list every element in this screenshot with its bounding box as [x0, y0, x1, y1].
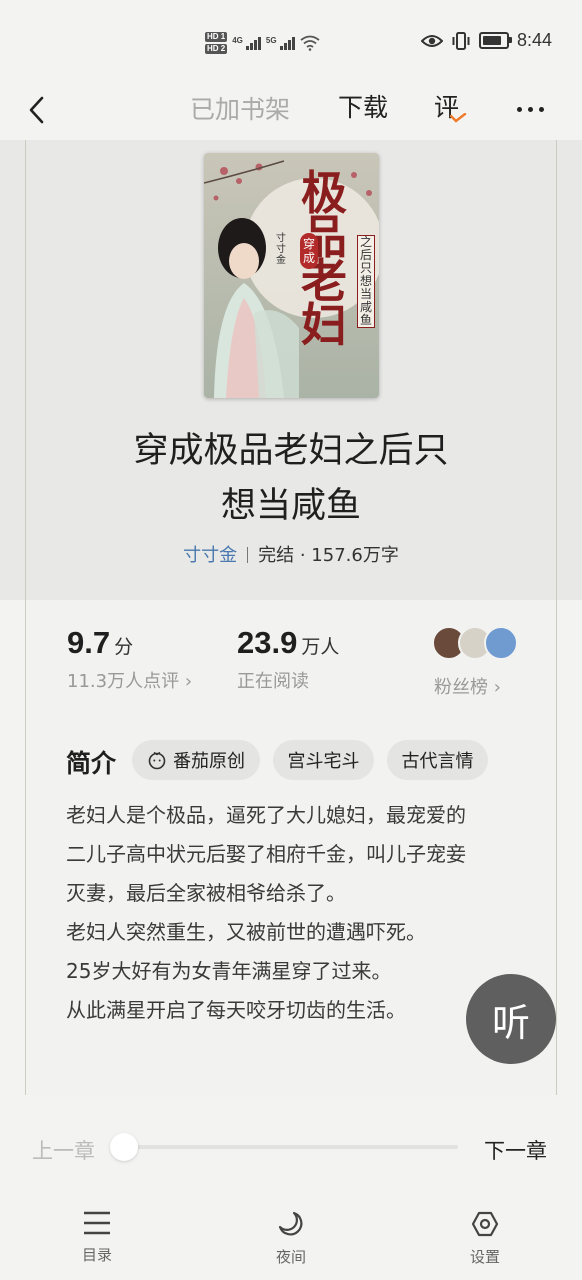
download-button[interactable]: 下载 [338, 88, 388, 124]
top-nav: 已加书架 下载 评 [0, 80, 582, 140]
added-to-shelf-button[interactable]: 已加书架 [190, 90, 290, 126]
intro-text: 老妇人是个极品，逼死了大儿媳妇，最宠爱的 二儿子高中状元后娶了相府千金，叫儿子宠… [66, 803, 466, 1022]
cover-author: 寸寸金 [276, 233, 286, 266]
score-value: 9.7 [67, 625, 111, 660]
chapter-progress-handle[interactable] [110, 1133, 138, 1161]
clock: 8:44 [516, 30, 552, 50]
intro-label: 简介 [66, 749, 117, 778]
more-options-button[interactable] [510, 94, 550, 124]
signal-group: HD 1 HD 2 4G 5G [205, 26, 320, 60]
cover-badge: 穿成 [300, 233, 318, 269]
book-meta: 寸寸金 完结 · 157.6万字 [0, 541, 582, 567]
chevron-left-icon [29, 96, 44, 124]
tag-original[interactable]: 番茄原创 [132, 740, 260, 780]
chevron-right-icon: › [184, 671, 193, 692]
eye-icon [420, 34, 443, 47]
readers-sub: 正在阅读 [237, 671, 309, 692]
tag-palace[interactable]: 宫斗宅斗 [273, 740, 374, 780]
next-chapter-button[interactable]: 下一章 [484, 1135, 547, 1165]
score-sub: 11.3万人点评 [67, 671, 180, 692]
avatar [484, 626, 518, 660]
book-cover[interactable]: 极品老妇 之后只想当咸鱼 穿成 寸寸金 [204, 153, 379, 398]
listen-button[interactable]: 听 [466, 974, 556, 1064]
menu-icon [84, 1211, 110, 1235]
signal-icon-1: 4G [232, 36, 261, 50]
settings-button[interactable]: 设置 [445, 1210, 525, 1267]
back-button[interactable] [18, 90, 54, 130]
panel-border-right [556, 140, 557, 1095]
readers-stat: 23.9 万人 正在阅读 [237, 625, 340, 692]
moon-icon [278, 1211, 303, 1236]
cover-subtitle: 之后只想当咸鱼 [357, 235, 375, 328]
sim1-badge: HD 1 [205, 32, 228, 42]
check-icon [449, 113, 467, 123]
tag-ancient-romance[interactable]: 古代言情 [387, 740, 488, 780]
sim2-badge: HD 2 [205, 44, 228, 54]
chapter-progress-track[interactable] [124, 1145, 458, 1149]
author-link[interactable]: 寸寸金 [183, 545, 237, 566]
prev-chapter-button[interactable]: 上一章 [32, 1135, 95, 1165]
signal-icon-2: 5G [266, 36, 295, 50]
fans-rank-link[interactable]: 粉丝榜 › [434, 673, 501, 699]
status-bar: HD 1 HD 2 4G 5G 8:44 [0, 0, 582, 80]
readers-value: 23.9 [237, 625, 298, 660]
book-status: 完结 · 157.6万字 [258, 545, 399, 566]
vibrate-icon [452, 31, 470, 50]
panel-border-left [25, 140, 26, 1095]
book-title: 穿成极品老妇之后只 想当咸鱼 [133, 431, 449, 526]
score-stat[interactable]: 9.7 分 11.3万人点评 › [67, 625, 192, 693]
right-status: 8:44 [420, 30, 552, 51]
tomato-icon [148, 751, 166, 770]
chevron-right-icon: › [493, 677, 501, 698]
catalog-button[interactable]: 目录 [57, 1210, 137, 1265]
wifi-icon [300, 35, 320, 51]
night-mode-button[interactable]: 夜间 [251, 1210, 331, 1267]
battery-icon [478, 32, 512, 49]
gear-icon [471, 1211, 499, 1237]
fan-avatars[interactable] [432, 626, 522, 660]
